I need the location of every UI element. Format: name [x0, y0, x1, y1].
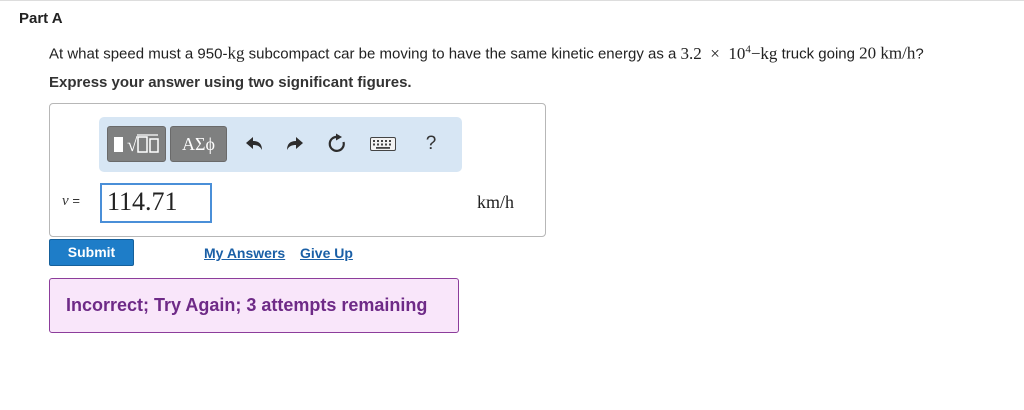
part-title: Part A [19, 10, 63, 27]
redo-icon [287, 137, 303, 150]
my-answers-link[interactable]: My Answers [204, 245, 285, 261]
question-seg-1: At what speed must a 950- [49, 45, 228, 63]
svg-text:√: √ [127, 135, 138, 156]
templates-button[interactable]: √ [107, 126, 166, 162]
answer-equals: = [72, 193, 81, 208]
question-seg-4: ? [915, 45, 924, 63]
math-toolbar: √ ΑΣϕ ? [99, 117, 462, 172]
answer-panel: √ ΑΣϕ ? v = 114.71 km/h [49, 103, 546, 237]
answer-unit: km/h [477, 192, 515, 212]
redo-button[interactable] [282, 131, 308, 157]
question-seg-2: subcompact car be moving to have the sam… [244, 45, 681, 63]
question-text: At what speed must a 950-kg subcompact c… [49, 43, 924, 64]
times-sign: × [710, 43, 720, 63]
give-up-link[interactable]: Give Up [300, 245, 353, 261]
submit-button[interactable]: Submit [49, 239, 134, 266]
greek-symbols-button[interactable]: ΑΣϕ [170, 126, 227, 162]
instruction-text: Express your answer using two significan… [49, 74, 412, 91]
keyboard-button[interactable] [366, 131, 400, 157]
answer-variable: v [62, 193, 69, 209]
question-mass-value: 3.2 × 104−kg [680, 43, 778, 63]
undo-button[interactable] [241, 131, 267, 157]
undo-icon [246, 137, 262, 150]
templates-icon: √ [114, 134, 159, 156]
top-divider [0, 0, 1024, 1]
question-seg-3: truck going [777, 45, 860, 63]
keyboard-icon [370, 137, 396, 151]
mass-coefficient: 3.2 [680, 43, 702, 63]
feedback-message: Incorrect; Try Again; 3 attempts remaini… [49, 278, 459, 333]
reset-icon [328, 133, 345, 152]
mass-unit: −kg [750, 43, 778, 63]
question-speed: 20 km/h [859, 43, 916, 63]
mass-base: 10 [728, 43, 746, 63]
question-unit-kg: kg [227, 43, 245, 63]
answer-variable-label: v = [62, 193, 80, 210]
reset-button[interactable] [324, 131, 350, 157]
answer-input[interactable]: 114.71 [100, 183, 212, 223]
help-button[interactable]: ? [418, 131, 444, 157]
